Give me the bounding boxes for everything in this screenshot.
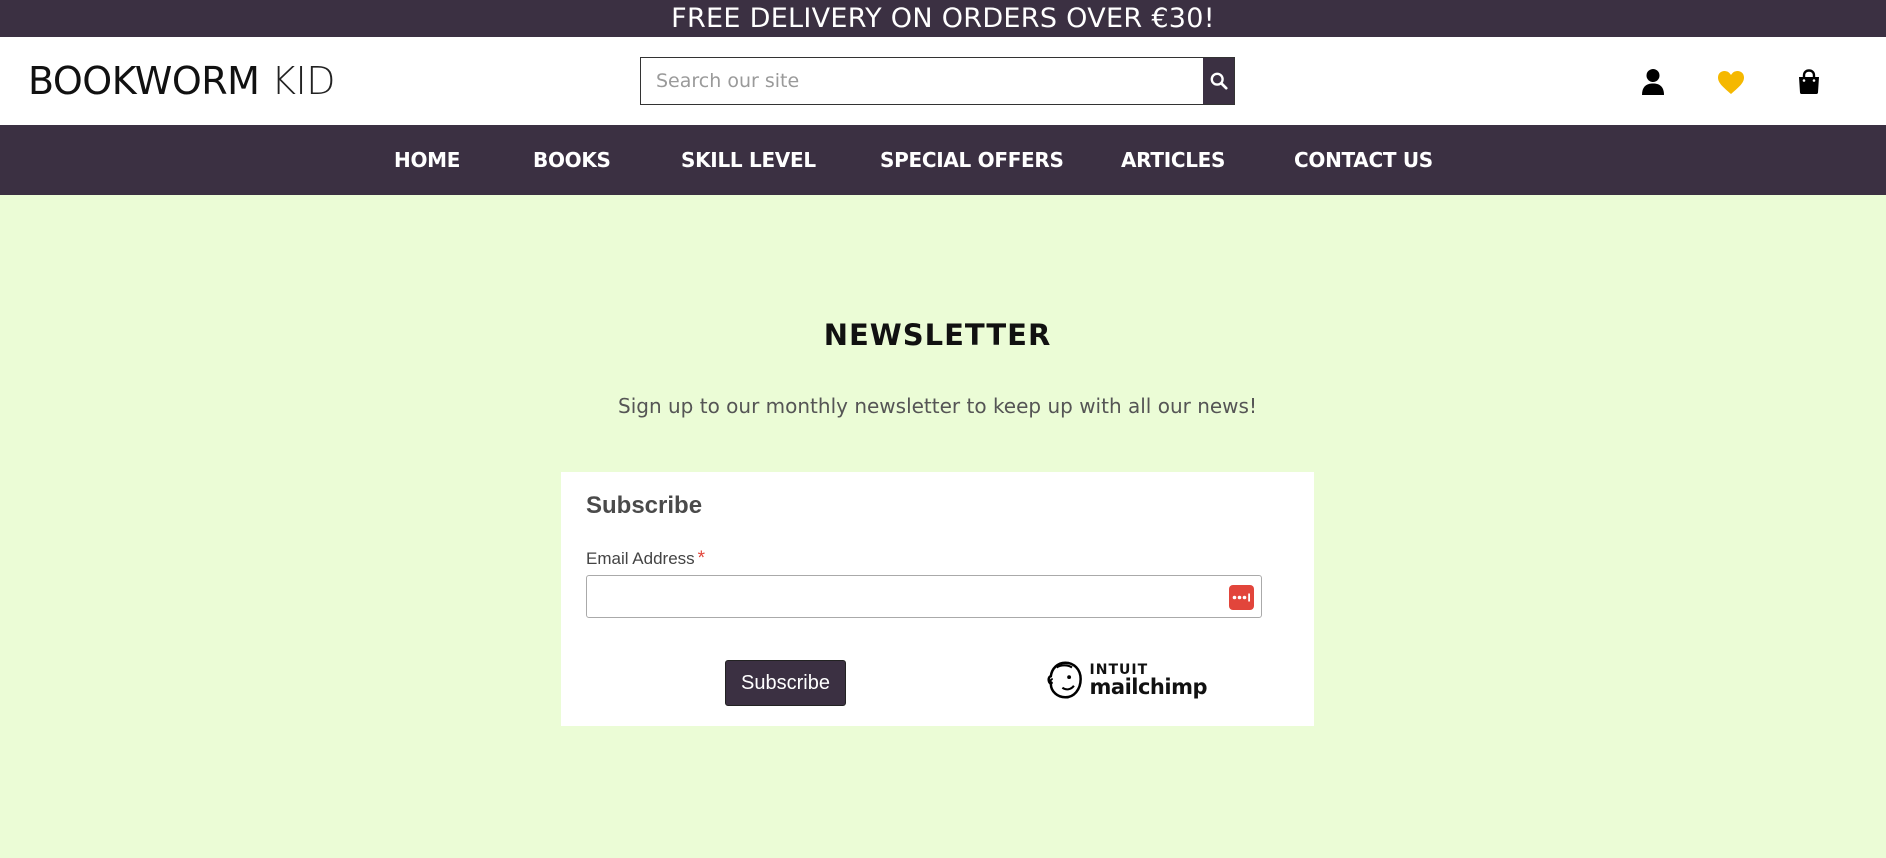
shopping-bag-icon	[1799, 69, 1819, 94]
logo-light-text: KID	[271, 59, 335, 103]
shopping-bag-button[interactable]	[1792, 65, 1826, 99]
required-marker: *	[697, 548, 706, 569]
nav-articles[interactable]: ARTICLES	[1121, 125, 1225, 195]
logo-bold-text: BOOKWORM	[28, 59, 260, 103]
search-input[interactable]	[641, 58, 1203, 104]
nav-skill-level[interactable]: SKILL LEVEL	[681, 125, 816, 195]
main-navigation: HOME BOOKS SKILL LEVEL SPECIAL OFFERS AR…	[0, 125, 1886, 195]
password-manager-icon	[1232, 593, 1250, 602]
nav-special-offers[interactable]: SPECIAL OFFERS	[880, 125, 1064, 195]
header-icons	[1586, 65, 1886, 99]
nav-books[interactable]: BOOKS	[533, 125, 611, 195]
email-field-wrapper	[586, 575, 1262, 618]
newsletter-title: NEWSLETTER	[823, 318, 1052, 352]
wishlist-heart-icon	[1718, 70, 1744, 94]
search-button[interactable]	[1203, 58, 1234, 104]
subscribe-button[interactable]: Subscribe	[725, 660, 846, 706]
promo-banner: FREE DELIVERY ON ORDERS OVER €30!	[0, 0, 1886, 37]
mailchimp-freddie-icon	[1047, 661, 1082, 699]
search-icon	[1210, 72, 1228, 90]
search-form	[640, 57, 1235, 105]
account-button[interactable]	[1636, 65, 1670, 99]
site-header: BOOKWORM KID	[0, 37, 1886, 125]
mailchimp-name-text: mailchimp	[1089, 674, 1208, 699]
account-icon	[1642, 69, 1664, 95]
mailchimp-logo[interactable]: INTUIT mailchimp	[1047, 658, 1208, 702]
wishlist-button[interactable]	[1714, 65, 1748, 99]
form-title: Subscribe	[586, 492, 703, 519]
newsletter-subtitle: Sign up to our monthly newsletter to kee…	[618, 394, 1257, 418]
promo-text: FREE DELIVERY ON ORDERS OVER €30!	[671, 3, 1215, 34]
subscribe-form: Subscribe Email Address * Subscribe INTUI…	[561, 472, 1314, 726]
email-label-text: Email Address	[586, 549, 695, 568]
site-logo[interactable]: BOOKWORM KID	[28, 59, 335, 103]
nav-contact-us[interactable]: CONTACT US	[1294, 125, 1433, 195]
email-label: Email Address *	[586, 548, 705, 570]
nav-home[interactable]: HOME	[394, 125, 460, 195]
email-field[interactable]	[587, 576, 1261, 617]
password-manager-button[interactable]	[1229, 585, 1254, 610]
mailchimp-wordmark: INTUIT mailchimp	[1089, 663, 1208, 699]
